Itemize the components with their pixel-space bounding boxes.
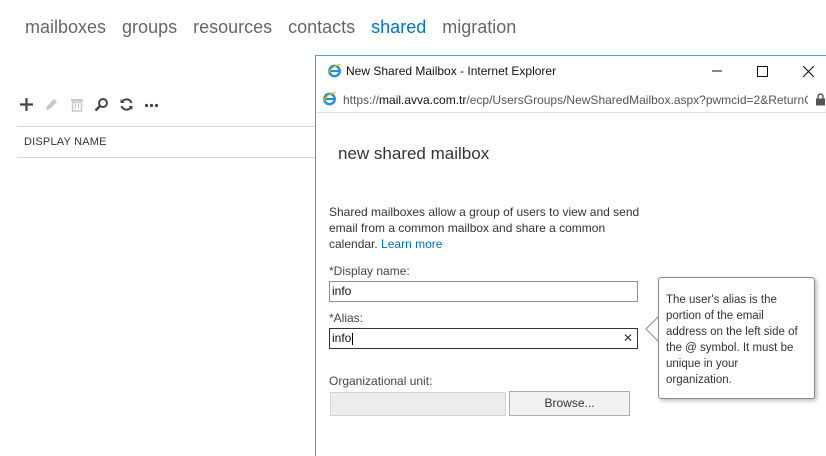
alias-field[interactable]: info ✕: [329, 328, 638, 349]
minimize-button[interactable]: [702, 60, 732, 82]
nav-contacts[interactable]: contacts: [288, 17, 355, 38]
learn-more-link[interactable]: Learn more: [381, 237, 442, 251]
more-icon[interactable]: [143, 96, 160, 113]
organizational-unit-field: [330, 392, 506, 416]
page-title: new shared mailbox: [338, 144, 490, 163]
search-icon[interactable]: [93, 96, 110, 113]
toolbar: [18, 96, 160, 113]
description-body: Shared mailboxes allow a group of users …: [329, 205, 640, 251]
internet-explorer-icon: [327, 63, 342, 83]
description-text: Shared mailboxes allow a group of users …: [329, 204, 649, 252]
add-icon[interactable]: [18, 96, 35, 113]
display-name-field[interactable]: info: [329, 281, 638, 302]
nav-resources[interactable]: resources: [193, 17, 272, 38]
lock-icon[interactable]: [815, 93, 826, 111]
column-header-display-name[interactable]: DISPLAY NAME: [24, 136, 107, 148]
nav-migration[interactable]: migration: [442, 17, 516, 38]
list-header: DISPLAY NAME: [17, 126, 317, 158]
url-text[interactable]: https://mail.avva.com.tr/ecp/UsersGroups…: [343, 93, 808, 107]
alias-label: *Alias:: [329, 311, 364, 325]
display-name-value: info: [332, 284, 352, 298]
text-caret: [352, 332, 354, 345]
tooltip-text: The user's alias is the portion of the e…: [666, 294, 798, 386]
top-nav: mailboxes groups resources contacts shar…: [25, 17, 516, 38]
nav-mailboxes[interactable]: mailboxes: [25, 17, 106, 38]
maximize-button[interactable]: [747, 60, 777, 82]
refresh-icon[interactable]: [118, 96, 135, 113]
close-button[interactable]: [793, 60, 823, 82]
window-title: New Shared Mailbox - Internet Explorer: [346, 64, 557, 78]
address-bar[interactable]: https://mail.avva.com.tr/ecp/UsersGroups…: [316, 86, 826, 113]
title-bar[interactable]: New Shared Mailbox - Internet Explorer: [316, 56, 826, 85]
clear-icon[interactable]: ✕: [623, 331, 633, 345]
edit-icon[interactable]: [43, 96, 60, 113]
alias-value: info: [332, 331, 352, 345]
page-ie-icon: [322, 91, 337, 111]
display-name-label: *Display name:: [329, 264, 410, 278]
delete-icon[interactable]: [68, 96, 85, 113]
ou-label: Organizational unit:: [329, 374, 433, 388]
browse-button[interactable]: Browse...: [509, 391, 630, 416]
nav-groups[interactable]: groups: [122, 17, 177, 38]
url-host: mail.avva.com.tr: [379, 93, 467, 107]
url-scheme: https://: [343, 93, 380, 107]
url-path: /ecp/UsersGroups/NewSharedMailbox.aspx?p…: [466, 93, 808, 107]
alias-help-tooltip: The user's alias is the portion of the e…: [658, 277, 815, 399]
nav-shared[interactable]: shared: [371, 17, 426, 38]
